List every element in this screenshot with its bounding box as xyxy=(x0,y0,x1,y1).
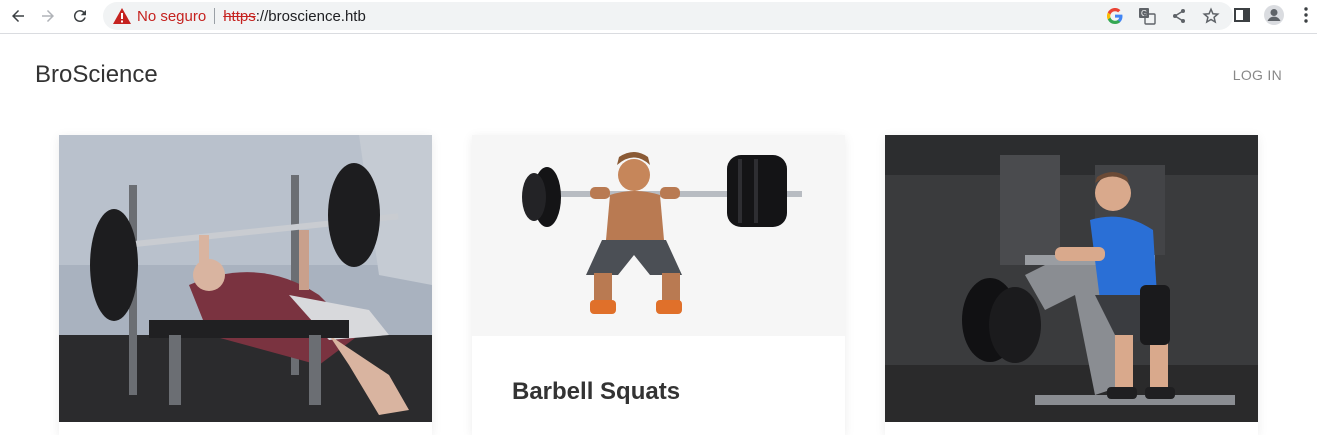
security-warning[interactable]: No seguro xyxy=(113,8,206,25)
bookmark-star-icon[interactable] xyxy=(1201,6,1221,26)
google-icon[interactable] xyxy=(1105,6,1125,26)
seated-row-image[interactable] xyxy=(885,135,1258,422)
exercise-card[interactable]: Barbell Squats xyxy=(472,135,845,435)
brand-logo-link[interactable]: BroScience xyxy=(35,61,158,89)
url-text[interactable]: https://broscience.htb xyxy=(223,8,366,25)
reload-icon[interactable] xyxy=(70,6,90,26)
security-label: No seguro xyxy=(137,7,207,25)
exercise-card[interactable] xyxy=(885,135,1258,435)
back-icon[interactable] xyxy=(8,6,28,26)
barbell-squat-image[interactable] xyxy=(472,135,845,336)
profile-avatar-icon[interactable] xyxy=(1263,4,1285,26)
side-panel-icon[interactable] xyxy=(1231,4,1253,26)
browser-toolbar: No seguro https://broscience.htb G xyxy=(0,0,1317,34)
forward-icon[interactable] xyxy=(38,6,58,26)
login-link[interactable]: LOG IN xyxy=(1233,67,1282,83)
url-host: ://broscience.htb xyxy=(255,7,366,25)
site-header: BroScience LOG IN xyxy=(0,34,1317,114)
url-scheme: https xyxy=(223,7,256,25)
exercise-card[interactable] xyxy=(59,135,432,435)
warning-triangle-icon xyxy=(113,8,131,24)
card-title[interactable]: Barbell Squats xyxy=(512,378,680,406)
address-bar[interactable]: No seguro https://broscience.htb G xyxy=(103,2,1233,30)
divider xyxy=(214,8,216,24)
share-icon[interactable] xyxy=(1169,6,1189,26)
translate-icon[interactable]: G xyxy=(1137,6,1157,26)
bench-press-image[interactable] xyxy=(59,135,432,422)
menu-kebab-icon[interactable] xyxy=(1295,4,1317,26)
